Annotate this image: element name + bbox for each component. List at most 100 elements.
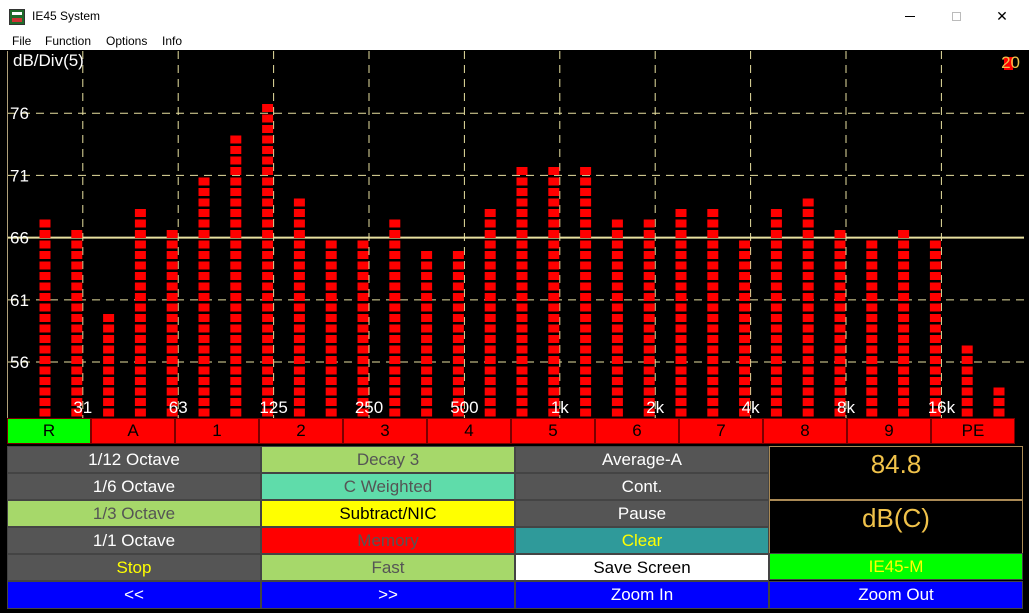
channel-button-6[interactable]: 6 [595,418,679,444]
close-button[interactable]: ✕ [979,0,1025,33]
spectrum-bar-segment [357,345,369,354]
spectrum-bar-segment [866,282,878,291]
spectrum-bar-segment [961,408,973,417]
stop-button[interactable]: Stop [7,554,261,581]
spectrum-bar-segment [898,230,910,238]
channel-button-r[interactable]: R [7,418,91,444]
clear-button[interactable]: Clear [515,527,769,554]
spectrum-bar-segment [39,335,51,343]
spectrum-bar-segment [866,272,878,280]
spectrum-bar-segment [293,408,305,417]
spectrum-bar-segment [707,314,719,322]
spectrum-bar-segment [230,135,242,144]
subtract-nic-button[interactable]: Subtract/NIC [261,500,515,527]
zoom-in-button[interactable]: Zoom In [515,581,769,609]
spectrum-bar-segment [39,408,51,417]
spectrum-bar-segment [643,261,655,270]
spectrum-bar-segment [802,240,814,249]
spectrum-bar-segment [452,293,464,301]
fast-button[interactable]: Fast [261,554,515,581]
spectrum-bar [389,219,401,417]
pause-button[interactable]: Pause [515,500,769,527]
spectrum-bar-segment [866,293,878,301]
spectrum-bar-segment [993,408,1005,417]
cont-button[interactable]: Cont. [515,473,769,500]
spectrum-bar-segment [134,377,146,385]
spectrum-bar-segment [484,324,496,333]
channel-button-a[interactable]: A [91,418,175,444]
1-3-octave-button[interactable]: 1/3 Octave [7,500,261,527]
spectrum-bar-segment [230,324,242,333]
spectrum-bar-segment [739,293,751,301]
menu-info[interactable]: Info [162,34,182,48]
channel-button-4[interactable]: 4 [427,418,511,444]
channel-button-pe[interactable]: PE [931,418,1015,444]
channel-button-3[interactable]: 3 [343,418,427,444]
model-button[interactable]: IE45-M [769,553,1023,580]
channel-button-8[interactable]: 8 [763,418,847,444]
spectrum-bar-segment [611,230,623,238]
channel-button-9[interactable]: 9 [847,418,931,444]
channel-button-2[interactable]: 2 [259,418,343,444]
spectrum-bar-segment [580,303,592,312]
spectrum-bar-segment [134,261,146,270]
maximize-button[interactable] [933,0,979,33]
y-tick-label: 56 [10,353,29,372]
spectrum-bar-segment [293,377,305,385]
menu-options[interactable]: Options [106,34,147,48]
1-1-octave-button[interactable]: 1/1 Octave [7,527,261,554]
save-screen-button[interactable]: Save Screen [515,554,769,581]
channel-button-1[interactable]: 1 [175,418,259,444]
spectrum-bar-segment [580,335,592,343]
spectrum-bar-segment [675,303,687,312]
spectrum-bar-segment [580,177,592,186]
spectrum-bar-segment [675,209,687,217]
spectrum-bar-segment [293,303,305,312]
spectrum-bar-segment [516,230,528,238]
previous-button[interactable]: << [7,581,261,609]
spectrum-bar-segment [103,324,115,333]
spectrum-bar-segment [262,146,274,154]
spectrum-bar-segment [611,335,623,343]
spectrum-bar-segment [357,387,369,396]
spectrum-bar-segment [866,240,878,249]
zoom-out-button[interactable]: Zoom Out [769,581,1023,609]
spectrum-bar-segment [230,377,242,385]
spectrum-bar-segment [707,293,719,301]
spectrum-bar-segment [293,324,305,333]
menu-file[interactable]: File [12,34,31,48]
spectrum-bar-segment [770,398,782,406]
spectrum-bar-segment [39,261,51,270]
minimize-button[interactable] [887,0,933,33]
spectrum-bar-segment [452,272,464,280]
spectrum-bar [802,198,814,417]
spectrum-bar-segment [39,240,51,249]
next-button[interactable]: >> [261,581,515,609]
spectrum-bar-segment [198,251,210,259]
spectrum-bar-segment [389,366,401,375]
memory-button[interactable]: Memory [261,527,515,554]
spectrum-bar-segment [707,408,719,417]
spectrum-bar-segment [707,240,719,249]
x-tick-label: 1k [551,398,569,417]
spectrum-bar-segment [325,293,337,301]
spectrum-bar-segment [357,356,369,364]
spectrum-bar-segment [230,387,242,396]
1-12-octave-button[interactable]: 1/12 Octave [7,446,261,473]
spectrum-bar-segment [643,240,655,249]
spectrum-bar-segment [166,387,178,396]
1-6-octave-button[interactable]: 1/6 Octave [7,473,261,500]
c-weighted-button[interactable]: C Weighted [261,473,515,500]
channel-button-7[interactable]: 7 [679,418,763,444]
spectrum-bar-segment [71,251,83,259]
channel-button-5[interactable]: 5 [511,418,595,444]
spectrum-bar-segment [262,114,274,123]
spectrum-bar-segment [675,251,687,259]
decay-3-button[interactable]: Decay 3 [261,446,515,473]
menu-function[interactable]: Function [45,34,91,48]
spectrum-bar-segment [389,345,401,354]
spectrum-bar-segment [770,282,782,291]
average-a-button[interactable]: Average-A [515,446,769,473]
spectrum-bar-segment [198,314,210,322]
spectrum-bar-segment [770,219,782,228]
